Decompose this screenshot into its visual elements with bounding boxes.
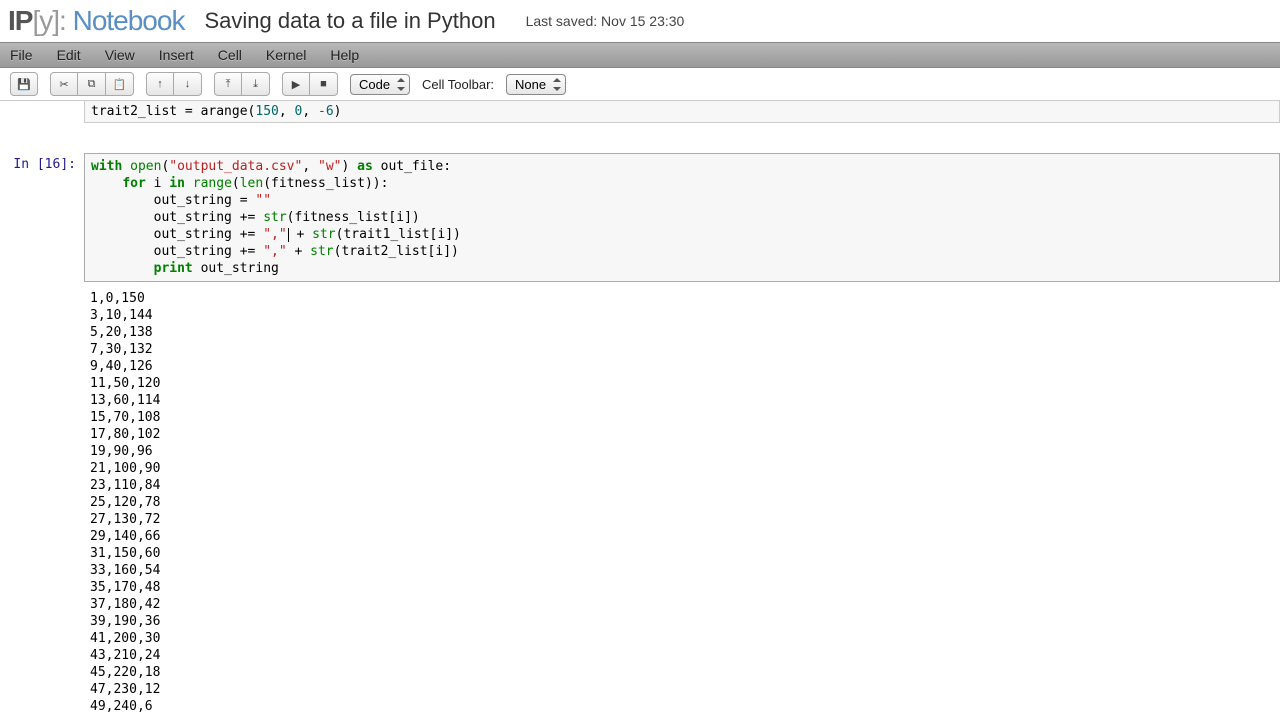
copy-button[interactable]: ⧉ [78, 72, 106, 96]
stop-button[interactable]: ■ [310, 72, 338, 96]
menu-cell[interactable]: Cell [218, 47, 242, 63]
menu-edit[interactable]: Edit [57, 47, 81, 63]
play-icon: ▶ [292, 78, 300, 91]
cut-icon: ✂ [59, 78, 68, 91]
notebook-header: IP[y]: Notebook Saving data to a file in… [0, 0, 1280, 42]
notebook-title[interactable]: Saving data to a file in Python [204, 8, 495, 34]
insert-below-button[interactable]: ⤓ [242, 72, 270, 96]
save-button[interactable]: 💾 [10, 72, 38, 96]
logo-ip: IP [8, 5, 32, 36]
paste-icon: 📋 [113, 78, 127, 91]
cell-toolbar-select[interactable]: None [506, 74, 566, 95]
copy-icon: ⧉ [88, 78, 96, 91]
ipython-logo: IP[y]: Notebook [8, 5, 184, 37]
previous-cell-tail[interactable]: trait2_list = arange(150, 0, -6) [84, 101, 1280, 123]
text-cursor [288, 228, 289, 242]
stop-icon: ■ [320, 78, 327, 90]
run-button[interactable]: ▶ [282, 72, 310, 96]
menu-help[interactable]: Help [330, 47, 359, 63]
toolbar: 💾 ✂ ⧉ 📋 ↑ ↓ ⤒ ⤓ ▶ ■ Code Cell Toolbar: N… [0, 68, 1280, 101]
last-saved-label: Last saved: Nov 15 23:30 [526, 13, 685, 29]
move-down-button[interactable]: ↓ [174, 72, 202, 96]
cell-output: 1,0,150 3,10,144 5,20,138 7,30,132 9,40,… [84, 282, 1280, 719]
menu-view[interactable]: View [105, 47, 135, 63]
menu-insert[interactable]: Insert [159, 47, 194, 63]
code-cell: In [16]: with open("output_data.csv", "w… [0, 153, 1280, 282]
logo-notebook: Notebook [73, 5, 185, 36]
insert-above-icon: ⤒ [226, 78, 231, 91]
notebook-area: trait2_list = arange(150, 0, -6) In [16]… [0, 101, 1280, 719]
cell-type-value: Code [359, 77, 390, 92]
arrow-up-icon: ↑ [157, 78, 163, 90]
menu-kernel[interactable]: Kernel [266, 47, 306, 63]
cell-type-select[interactable]: Code [350, 74, 410, 95]
cell-toolbar-value: None [515, 77, 546, 92]
insert-below-icon: ⤓ [253, 78, 258, 91]
logo-bracket: [y]: [32, 5, 65, 36]
cell-toolbar-label: Cell Toolbar: [422, 77, 494, 92]
move-up-button[interactable]: ↑ [146, 72, 174, 96]
arrow-down-icon: ↓ [185, 78, 191, 90]
input-prompt: In [16]: [0, 153, 84, 282]
menubar: File Edit View Insert Cell Kernel Help [0, 42, 1280, 68]
save-icon: 💾 [17, 78, 31, 91]
menu-file[interactable]: File [10, 47, 33, 63]
code-input[interactable]: with open("output_data.csv", "w") as out… [84, 153, 1280, 282]
insert-above-button[interactable]: ⤒ [214, 72, 242, 96]
paste-button[interactable]: 📋 [106, 72, 134, 96]
cut-button[interactable]: ✂ [50, 72, 78, 96]
